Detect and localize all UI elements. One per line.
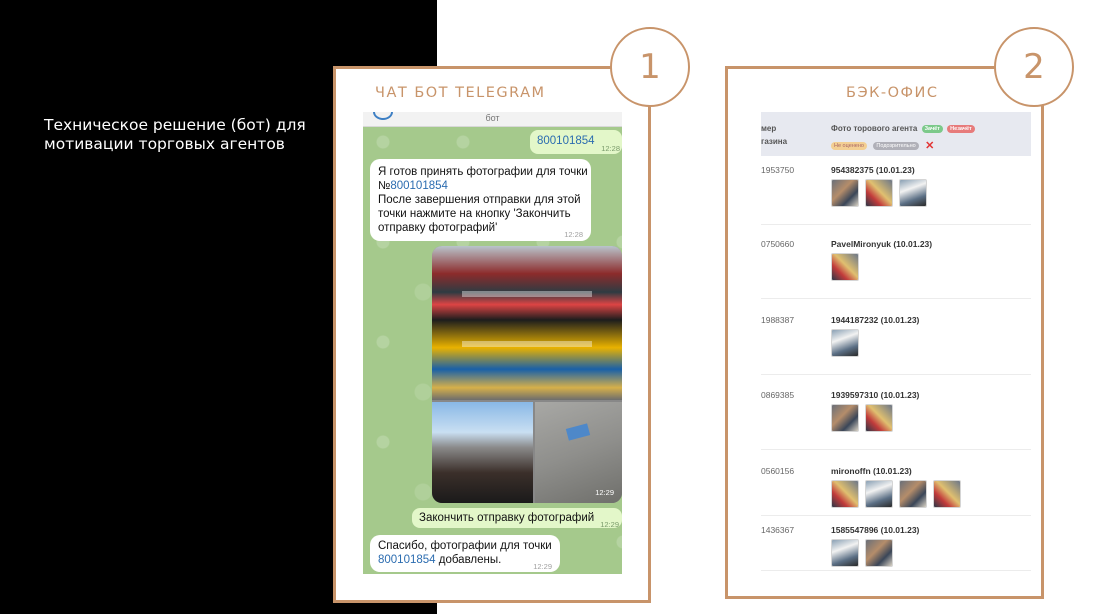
store-number: 0750660: [761, 239, 795, 249]
filter-pill-suspicious[interactable]: Подозрительно: [873, 141, 919, 150]
filter-pill-rejected[interactable]: Незачёт: [947, 124, 975, 133]
photo-thumbnail[interactable]: [865, 179, 893, 207]
incoming-message-thanks: Спасибо, фотографии для точки 800101854 …: [370, 535, 560, 572]
backoffice-panel-title: БЭК-ОФИС: [846, 85, 939, 101]
point-link[interactable]: 800101854: [378, 554, 436, 566]
chat-header: бот: [363, 112, 622, 127]
photo-album-message[interactable]: 12:29: [432, 246, 622, 503]
photo-thumbnail[interactable]: [831, 329, 859, 357]
filter-pills-row: Не оценено Подозрительно ✕: [831, 137, 934, 155]
filter-pill-accepted[interactable]: Зачёт: [921, 124, 943, 133]
incoming-message-ready: Я готов принять фотографии для точки №80…: [370, 159, 591, 241]
telegram-panel-title: ЧАТ БОТ TELEGRAM: [375, 85, 546, 101]
point-link[interactable]: 800101854: [390, 180, 448, 192]
message-time: 12:29: [533, 562, 552, 571]
agent-name: 1944187232 (10.01.23): [831, 315, 920, 325]
message-line: точки нажмите на кнопку 'Закончить: [378, 208, 571, 220]
message-time: 12:29: [595, 488, 614, 497]
message-time: 12:29: [600, 520, 619, 529]
outgoing-message-point-id: 800101854 12:28: [530, 130, 622, 154]
photo-thumbnail[interactable]: [831, 179, 859, 207]
message-text: Я готов принять фотографии для точки №80…: [378, 165, 588, 235]
table-row[interactable]: 0750660 PavelMironyuk (10.01.23): [761, 236, 1031, 299]
table-row[interactable]: 1436367 1585547896 (10.01.23): [761, 522, 1031, 571]
filter-pill-not-rated[interactable]: Не оценено: [831, 141, 867, 150]
agent-name: 954382375 (10.01.23): [831, 165, 915, 175]
table-row[interactable]: 1953750 954382375 (10.01.23): [761, 162, 1031, 225]
message-text[interactable]: 800101854: [537, 134, 595, 148]
chat-name: бот: [485, 113, 500, 123]
agent-name: PavelMironyuk (10.01.23): [831, 239, 933, 249]
store-number: 1436367: [761, 525, 795, 535]
photo-thumbnail[interactable]: [831, 404, 859, 432]
message-text: Спасибо, фотографии для точки 800101854 …: [378, 539, 558, 567]
message-text: Закончить отправку фотографий: [419, 512, 595, 524]
store-number: 0560156: [761, 466, 795, 476]
message-line: Я готов принять фотографии для точки: [378, 166, 588, 178]
photo-thumbnail[interactable]: [831, 253, 859, 281]
photo-thumbnail[interactable]: [899, 179, 927, 207]
photo-thumbnail[interactable]: [831, 480, 859, 508]
agent-name: mironoffn (10.01.23): [831, 466, 912, 476]
header-line: газина: [761, 137, 788, 146]
table-row[interactable]: 0869385 1939597310 (10.01.23): [761, 387, 1031, 450]
message-line: №800101854: [378, 179, 588, 193]
column-header-store-number: мер газина: [761, 122, 787, 148]
photo-thumbnail[interactable]: [865, 539, 893, 567]
message-time: 12:28: [564, 230, 583, 239]
table-row[interactable]: 0560156 mironoffn (10.01.23): [761, 463, 1031, 516]
panel-number-2: 2: [994, 27, 1074, 107]
agent-name: 1585547896 (10.01.23): [831, 525, 920, 535]
store-shelf-photo[interactable]: [432, 246, 622, 400]
clear-filter-icon[interactable]: ✕: [925, 139, 934, 152]
outgoing-message-finish: Закончить отправку фотографий 12:29: [412, 508, 622, 529]
panel-number-1: 1: [610, 27, 690, 107]
shelf-line: [462, 341, 592, 347]
header-text: Фото торового агента: [831, 124, 918, 133]
header-line: мер: [761, 124, 777, 133]
slide-title: Техническое решение (бот) для мотивации …: [44, 116, 344, 154]
message-line: Спасибо, фотографии для точки: [378, 540, 552, 552]
backoffice-table-screenshot: мер газина Фото торового агента Зачёт Не…: [761, 112, 1031, 572]
table-header: мер газина Фото торового агента Зачёт Не…: [761, 112, 1031, 156]
message-line: отправку фотографий': [378, 222, 498, 234]
agent-name: 1939597310 (10.01.23): [831, 390, 920, 400]
photo-thumbnail[interactable]: [831, 539, 859, 567]
photo-thumbnail[interactable]: [933, 480, 961, 508]
photo-thumbnail[interactable]: [865, 480, 893, 508]
column-header-agent-photo: Фото торового агента Зачёт Незачёт: [831, 124, 975, 133]
slide-title-line2: мотивации торговых агентов: [44, 135, 285, 153]
storefront-photo[interactable]: [432, 402, 533, 503]
photo-thumbnail[interactable]: [865, 404, 893, 432]
store-number: 1953750: [761, 165, 795, 175]
message-line: После завершения отправки для этой: [378, 194, 581, 206]
table-row[interactable]: 1988387 1944187232 (10.01.23): [761, 312, 1031, 375]
store-number: 0869385: [761, 390, 795, 400]
message-time: 12:28: [601, 144, 620, 153]
shelf-line: [462, 291, 592, 297]
number-sign: №: [378, 180, 391, 192]
slide-title-line1: Техническое решение (бот) для: [44, 116, 306, 134]
telegram-chat-screenshot: бот 800101854 12:28 Я готов принять фото…: [363, 112, 622, 574]
store-number: 1988387: [761, 315, 795, 325]
photo-thumbnail[interactable]: [899, 480, 927, 508]
message-line: 800101854 добавлены.: [378, 553, 558, 567]
message-suffix: добавлены.: [435, 554, 502, 566]
